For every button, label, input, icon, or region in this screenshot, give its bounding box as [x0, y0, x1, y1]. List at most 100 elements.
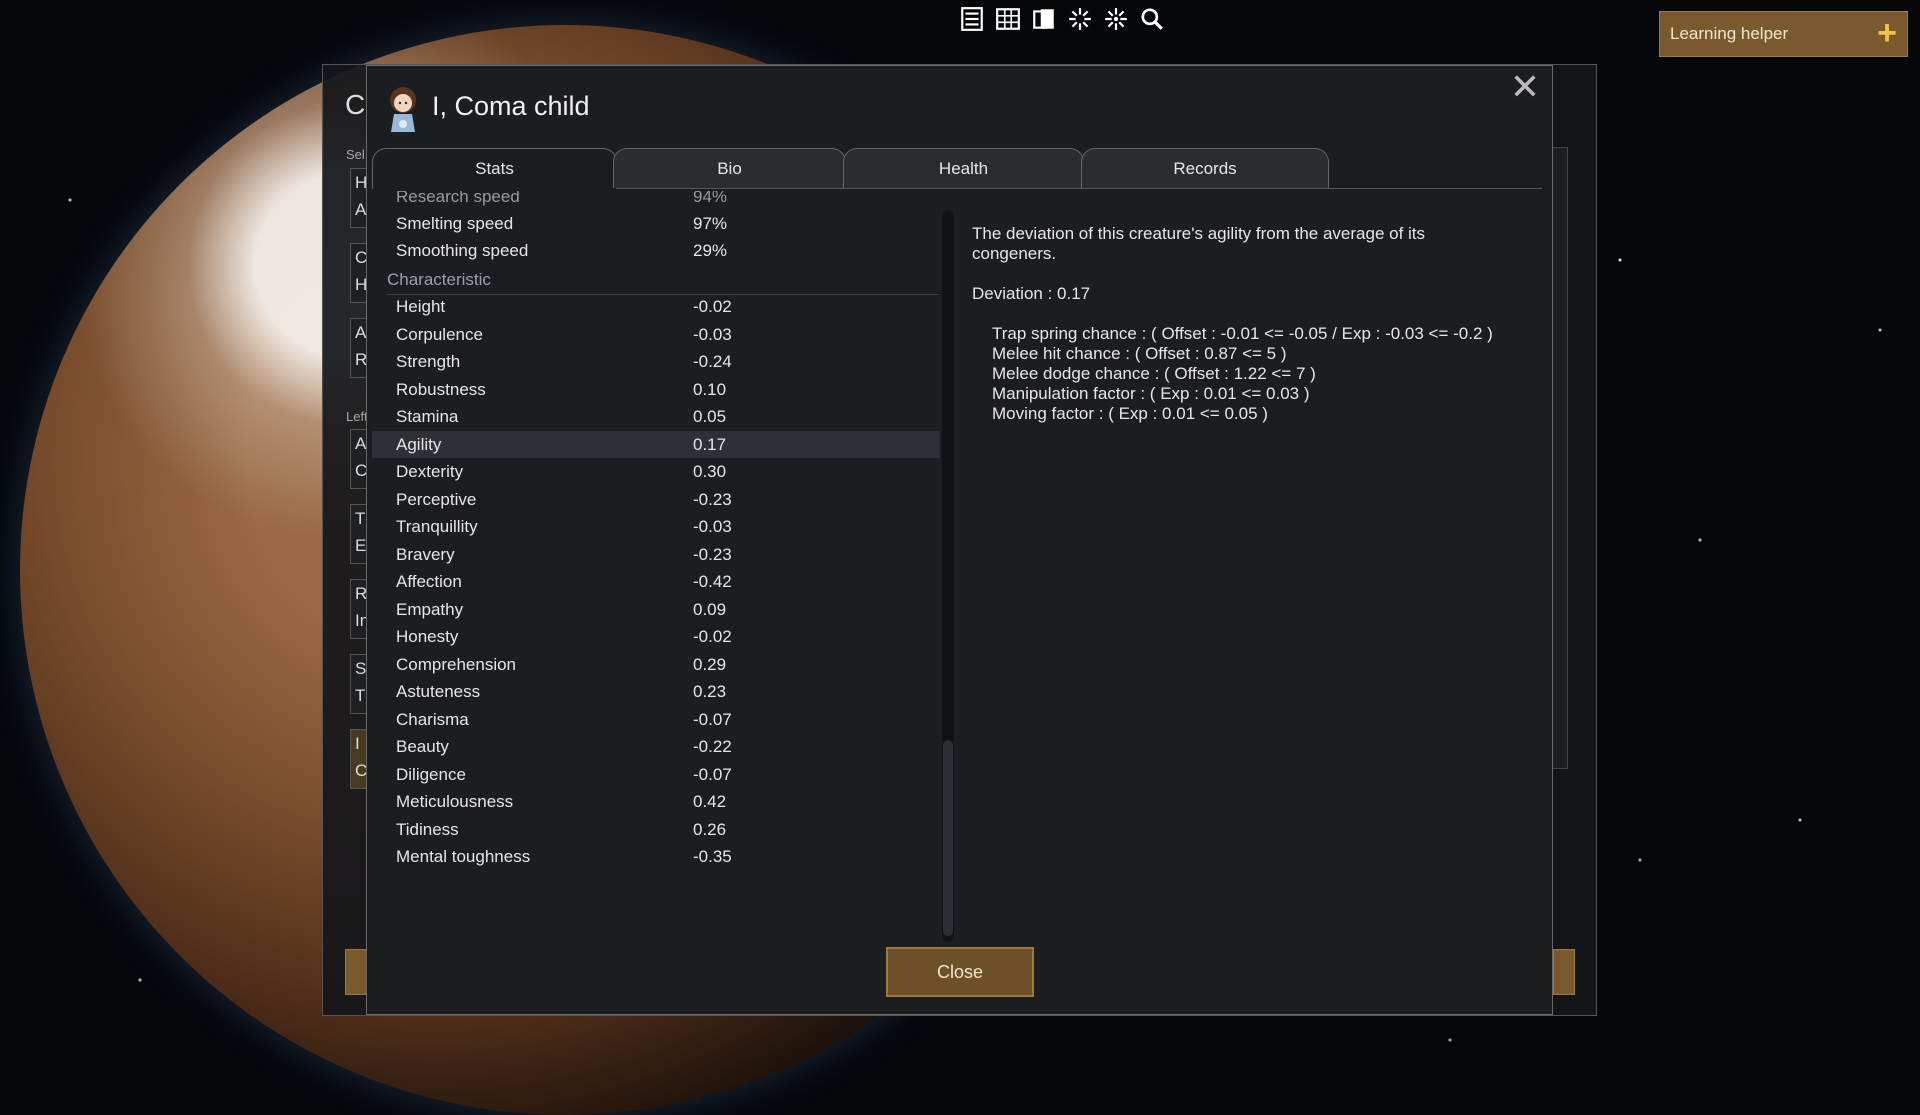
stat-label: Beauty: [396, 737, 449, 756]
background-button[interactable]: [345, 949, 367, 995]
stat-value: -0.23: [693, 544, 732, 564]
close-button[interactable]: Close: [886, 947, 1034, 997]
stat-label: Corpulence: [396, 324, 483, 344]
stats-list[interactable]: Research speed 94% Smelting speed 97% Sm…: [372, 191, 940, 941]
stat-label: Tranquillity: [396, 517, 478, 536]
stat-label: Mental toughness: [396, 847, 531, 866]
list-item[interactable]: Charisma -0.07: [372, 706, 940, 733]
stat-label: Height: [396, 297, 446, 316]
stat-label: Dexterity: [396, 462, 464, 481]
stat-value: 0.17: [693, 434, 727, 454]
scrollbar[interactable]: [942, 210, 954, 942]
search-icon[interactable]: [1138, 5, 1166, 33]
stat-description-panel: The deviation of this creature's agility…: [972, 224, 1502, 424]
list-item-selected[interactable]: Agility 0.17: [372, 430, 940, 458]
stat-value: 0.42: [693, 792, 727, 811]
spark-fast-icon[interactable]: [1102, 5, 1130, 33]
list-item[interactable]: Affection -0.42: [372, 568, 940, 595]
description-text: The deviation of this creature's agility…: [972, 224, 1426, 263]
list-item[interactable]: Mental toughness -0.35: [372, 843, 940, 870]
tab-stats[interactable]: Stats: [372, 148, 617, 189]
stat-value: -0.02: [693, 297, 732, 316]
learning-helper-label: Learning helper: [1670, 24, 1789, 43]
spark-play-icon[interactable]: [1066, 5, 1094, 33]
list-item[interactable]: Smelting speed 97%: [372, 210, 940, 237]
stat-value: 0.30: [693, 462, 727, 481]
stat-value: 0.29: [693, 654, 727, 674]
stat-label: Strength: [396, 352, 461, 371]
background-label-left: Left: [346, 409, 368, 424]
learning-helper-button[interactable]: Learning helper +: [1659, 11, 1908, 57]
stat-value: 0.10: [693, 379, 727, 399]
stat-label: Astuteness: [396, 682, 481, 701]
list-item[interactable]: Stamina 0.05: [372, 403, 940, 430]
table-icon[interactable]: [994, 5, 1022, 33]
tab-records[interactable]: Records: [1081, 148, 1329, 188]
tab-health[interactable]: Health: [843, 148, 1084, 188]
stat-label: Perceptive: [396, 489, 477, 509]
list-item[interactable]: Dexterity 0.30: [372, 458, 940, 485]
stat-value: 0.09: [693, 599, 727, 619]
stat-value: 0.26: [693, 819, 727, 839]
list-item: Research speed 94%: [372, 191, 940, 210]
stat-label: Honesty: [396, 627, 459, 646]
effect-line: Melee hit chance : ( Offset : 0.87 <= 5 …: [992, 344, 1287, 363]
stat-label: Agility: [396, 434, 442, 454]
stat-value: -0.42: [693, 572, 732, 591]
list-item[interactable]: Honesty -0.02: [372, 623, 940, 650]
list-item[interactable]: Strength -0.24: [372, 348, 940, 375]
list-item[interactable]: Tidiness 0.26: [372, 816, 940, 843]
effect-line: Manipulation factor : ( Exp : 0.01 <= 0.…: [992, 384, 1310, 403]
background-window-title: C: [345, 89, 366, 120]
stat-value: -0.07: [693, 764, 732, 784]
effect-line: Moving factor : ( Exp : 0.01 <= 0.05 ): [992, 404, 1268, 423]
effect-line: Melee dodge chance : ( Offset : 1.22 <= …: [992, 364, 1316, 383]
tab-bar: Stats Bio Health Records: [372, 148, 1542, 189]
section-header-characteristic: Characteristic: [387, 270, 939, 295]
list-item[interactable]: Robustness 0.10: [372, 376, 940, 403]
list-item[interactable]: Empathy 0.09: [372, 596, 940, 623]
stat-value: 29%: [693, 241, 728, 260]
deviation-text: Deviation : 0.17: [972, 284, 1091, 303]
stat-value: -0.03: [693, 324, 732, 344]
list-item[interactable]: Beauty -0.22: [372, 733, 940, 760]
stat-value: -0.23: [693, 489, 732, 509]
dialog-title: I, Coma child: [432, 91, 590, 121]
stat-label: Smoothing speed: [396, 241, 529, 260]
stat-label: Robustness: [396, 379, 486, 399]
background-button[interactable]: [1553, 949, 1575, 995]
list-item[interactable]: Smoothing speed 29%: [372, 237, 940, 264]
list-item[interactable]: Corpulence -0.03: [372, 321, 940, 348]
stat-label: Diligence: [396, 764, 466, 784]
cards-icon[interactable]: [1030, 5, 1058, 33]
stat-value: -0.24: [693, 352, 732, 371]
stat-label: Bravery: [396, 544, 455, 564]
stat-label: Tidiness: [396, 819, 459, 839]
stat-label: Stamina: [396, 407, 459, 426]
scrollbar-thumb[interactable]: [943, 740, 953, 936]
stat-value: -0.02: [693, 627, 732, 646]
stat-label: Charisma: [396, 709, 469, 729]
stat-label: Meticulousness: [396, 792, 514, 811]
stat-value: 94%: [693, 191, 728, 206]
creature-portrait-icon: [390, 87, 416, 132]
list-item[interactable]: Tranquillity -0.03: [372, 513, 940, 540]
stat-label: Affection: [396, 572, 462, 591]
creature-info-dialog: I, Coma child ✕ Stats Bio Health Records…: [366, 65, 1553, 1015]
list-item[interactable]: Diligence -0.07: [372, 761, 940, 788]
list-item[interactable]: Height -0.02: [372, 293, 940, 320]
list-item[interactable]: Meticulousness 0.42: [372, 788, 940, 815]
list-item[interactable]: Perceptive -0.23: [372, 486, 940, 513]
stat-value: -0.07: [693, 709, 732, 729]
list-item[interactable]: Bravery -0.23: [372, 541, 940, 568]
stat-value: -0.03: [693, 517, 732, 536]
list-item[interactable]: Comprehension 0.29: [372, 651, 940, 678]
close-icon[interactable]: ✕: [1508, 69, 1542, 105]
tab-bio[interactable]: Bio: [613, 148, 846, 188]
stat-value: -0.22: [693, 737, 732, 756]
list-icon[interactable]: [958, 5, 986, 33]
top-toolbar: [958, 5, 1166, 33]
list-item[interactable]: Astuteness 0.23: [372, 678, 940, 705]
stat-value: -0.35: [693, 847, 732, 866]
plus-icon: +: [1877, 14, 1897, 52]
